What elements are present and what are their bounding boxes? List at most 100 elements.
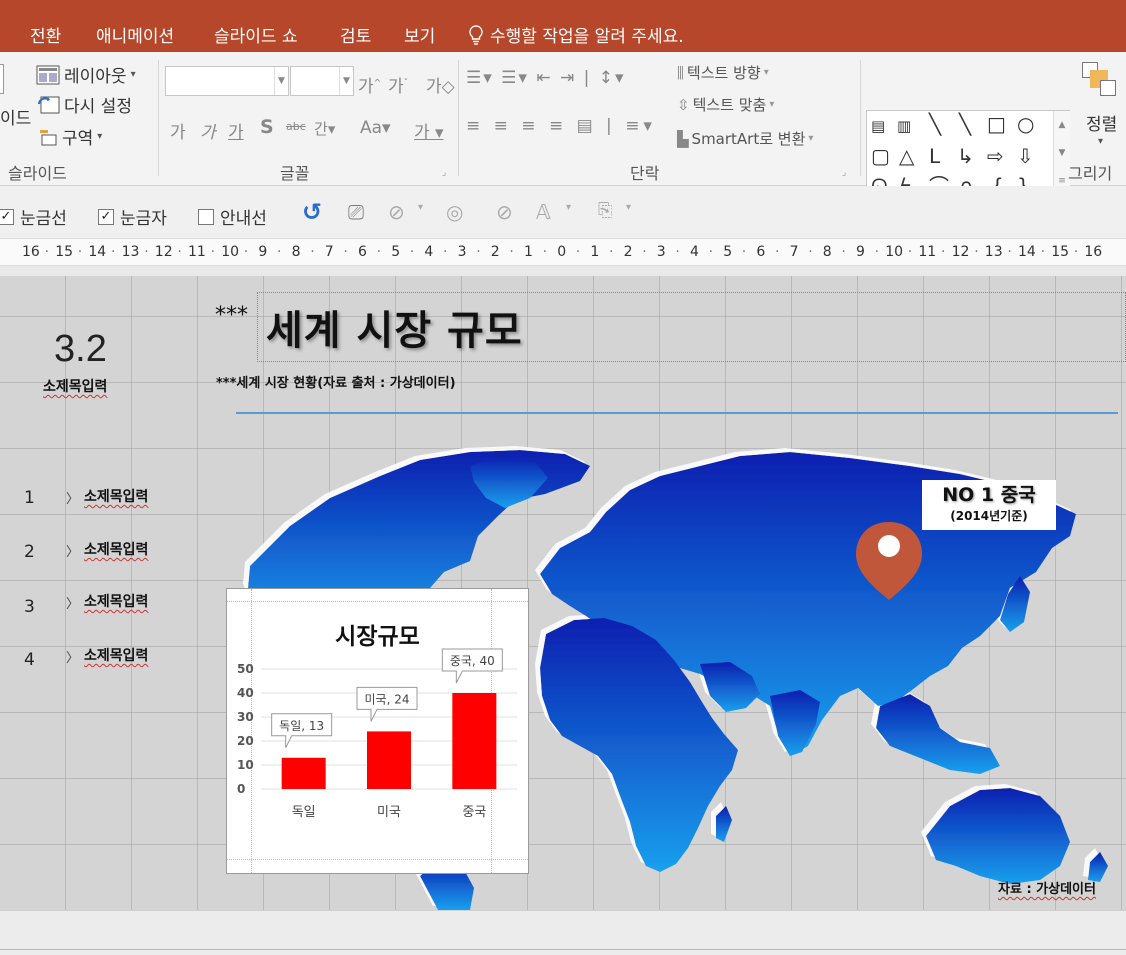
shrink-font-button[interactable]: 가ˇ bbox=[388, 72, 408, 97]
elbow-arrow-icon[interactable]: ↳ bbox=[957, 145, 974, 167]
change-case-button[interactable]: Aa▾ bbox=[360, 118, 391, 138]
ruler-tick-label: 15 bbox=[1051, 244, 1070, 260]
ruler-tick-mark: · bbox=[177, 244, 182, 260]
tell-me-text: 수행할 작업을 알려 주세요. bbox=[490, 27, 684, 47]
triangle-icon[interactable]: △ bbox=[899, 145, 914, 167]
chevron-down-icon: ▼ bbox=[274, 67, 288, 95]
slide-canvas[interactable] bbox=[0, 276, 1126, 910]
ruler-tick-label: 7 bbox=[789, 244, 799, 260]
vertical-textbox-icon[interactable]: ▥ bbox=[897, 115, 911, 137]
text-direction-label: 텍스트 방향 bbox=[686, 64, 761, 82]
chevron-down-icon: ▾ bbox=[769, 99, 775, 110]
slideshow-icon[interactable]: ⎚ bbox=[348, 200, 364, 224]
grow-font-button[interactable]: 가^ bbox=[358, 72, 381, 97]
ruler-tick-label: 2 bbox=[490, 244, 500, 260]
bar bbox=[281, 757, 326, 789]
ruler-tick-mark: · bbox=[609, 244, 614, 260]
shape-effect-icon[interactable]: ◎ bbox=[446, 200, 463, 224]
char-spacing-button[interactable]: 간▾ bbox=[314, 118, 335, 139]
new-slide-button[interactable] bbox=[0, 64, 4, 94]
italic-button[interactable]: 가 bbox=[200, 118, 216, 143]
gridlines-checkbox[interactable]: ✓ 눈금선 bbox=[0, 204, 67, 229]
drawing-group-label: 그리기 bbox=[1068, 164, 1113, 183]
tab-view[interactable]: 보기 bbox=[404, 22, 435, 47]
ruler-tick-mark: · bbox=[77, 244, 83, 260]
textbox-icon[interactable]: ▤ bbox=[871, 115, 885, 137]
y-tick-label: 10 bbox=[237, 758, 254, 772]
smartart-button[interactable]: ▙ SmartArt로 변환 ▾ bbox=[677, 128, 813, 149]
dialog-launcher-icon[interactable]: ⌟ bbox=[842, 168, 846, 178]
oval-icon[interactable]: ○ bbox=[1017, 113, 1034, 135]
gridlines-label: 눈금선 bbox=[20, 209, 67, 229]
ruler-checkbox[interactable]: ✓ 눈금자 bbox=[98, 204, 167, 229]
elbow-connector-icon[interactable]: ᒪ bbox=[929, 145, 940, 167]
horizontal-ruler[interactable]: 16 · 15 · 14 · 13 · 12 · 11 · 10 · 9 · 8 · 7 · 6 · 5 · 4 · 3 · 2 · 1 · 0… bbox=[0, 238, 1126, 266]
font-size-combo[interactable]: ▼ bbox=[290, 66, 354, 96]
arrange-label[interactable]: 정렬 bbox=[1086, 110, 1117, 135]
tab-review[interactable]: 검토 bbox=[340, 22, 371, 47]
ruler-tick-label: 13 bbox=[121, 244, 140, 260]
chevron-down-icon: ▾ bbox=[626, 202, 632, 213]
align-buttons[interactable]: ≡ ≡ ≡ ≡ ▤ | ≡▾ bbox=[466, 116, 656, 136]
shape-fill-icon[interactable]: ⊘ bbox=[388, 200, 405, 224]
section-subtitle: 소제목입력 bbox=[43, 379, 108, 395]
arrow-line-icon[interactable]: ╲ bbox=[959, 113, 971, 135]
bullets-button[interactable]: ☰▾ ☰▾ ⇤ ⇥ | ↕▾ bbox=[466, 68, 626, 88]
align-text-button[interactable]: ⇳ 텍스트 맞춤 ▾ bbox=[677, 94, 774, 115]
ruler-tick-mark: · bbox=[941, 244, 946, 260]
ruler-tick-mark: · bbox=[675, 244, 680, 260]
guides-checkbox[interactable]: 안내선 bbox=[198, 204, 267, 229]
ruler-tick-label: 9 bbox=[856, 244, 865, 260]
slide-subtitle[interactable]: ***세계 시장 현황(자료 출처 : 가상데이터) bbox=[216, 372, 456, 391]
chevron-down-icon: ▾ bbox=[418, 202, 424, 213]
ruler-tick-mark: · bbox=[409, 244, 415, 260]
callout-box[interactable]: NO 1 중국 (2014년기준) bbox=[922, 480, 1056, 530]
refresh-icon[interactable]: ↺ bbox=[302, 198, 322, 226]
strikethrough-button[interactable]: abc bbox=[286, 120, 306, 133]
font-group-label: 글꼴 bbox=[280, 164, 310, 183]
layout-button[interactable]: 레이아웃 ▾ bbox=[36, 62, 136, 87]
text-fill-icon[interactable]: 𝔸 bbox=[536, 200, 551, 224]
bold-button[interactable]: 가 bbox=[170, 118, 186, 143]
tab-transitions[interactable]: 전환 bbox=[30, 22, 61, 47]
shape-outline-icon[interactable]: ⊘ bbox=[496, 200, 513, 224]
underline-button[interactable]: 가 bbox=[228, 118, 244, 143]
ruler-tick-label: 6 bbox=[756, 244, 766, 260]
ruler-tick-mark: · bbox=[310, 244, 315, 260]
bar-chart: 0 10 20 30 40 50 독일 독일, 13 미국 미국, 24 중국 중국, 40 bbox=[237, 648, 517, 820]
section-label: 구역 bbox=[62, 129, 94, 149]
divider bbox=[860, 60, 861, 176]
chevron-right-icon: 〉 bbox=[66, 545, 80, 560]
tell-me-box[interactable]: 수행할 작업을 알려 주세요. bbox=[468, 22, 684, 47]
tab-animations[interactable]: 애니메이션 bbox=[96, 22, 174, 47]
clear-format-button[interactable]: 가◇ bbox=[426, 72, 455, 97]
layout-label: 레이아웃 bbox=[64, 67, 127, 87]
rounded-rect-icon[interactable]: ▢ bbox=[871, 145, 890, 167]
list-number: 3 bbox=[24, 597, 35, 617]
font-color-button[interactable]: 가 ▾ bbox=[414, 118, 444, 143]
down-arrow-icon[interactable]: ⇩ bbox=[1017, 145, 1034, 167]
chevron-up-icon[interactable]: ▲ bbox=[1054, 111, 1070, 139]
rectangle-icon[interactable]: □ bbox=[987, 113, 1006, 135]
section-button[interactable]: 구역 ▾ bbox=[38, 124, 102, 149]
dialog-launcher-icon[interactable]: ⌟ bbox=[442, 168, 446, 178]
line-icon[interactable]: ╲ bbox=[929, 113, 941, 135]
slide-title[interactable]: 세계 시장 규모 bbox=[266, 298, 523, 356]
ruler-tick-mark: · bbox=[1040, 244, 1046, 260]
tab-slideshow[interactable]: 슬라이드 쇼 bbox=[214, 22, 298, 47]
list-item-label: 소제목입력 bbox=[84, 594, 149, 610]
x-tick-label: 독일 bbox=[292, 805, 316, 820]
ruler-tick-label: 8 bbox=[822, 244, 832, 260]
chart-card[interactable]: 시장규모 0 10 20 30 40 50 독일 독일, 13 미국 미국, 24 중국 중국, 40 bbox=[226, 588, 529, 874]
reset-button[interactable]: 다시 설정 bbox=[36, 92, 132, 117]
ruler-tick-label: 10 bbox=[885, 244, 904, 260]
ruler-tick-mark: · bbox=[575, 244, 581, 260]
arrange-icon[interactable] bbox=[1080, 58, 1120, 98]
text-direction-button[interactable]: ⫼ 텍스트 방향 ▾ bbox=[677, 62, 769, 83]
ribbon: 이드 레이아웃 ▾ 다시 설정 구역 ▾ 슬라이드 ▼ ▼ 가^ 가ˇ 가◇ 가… bbox=[0, 52, 1126, 200]
font-name-combo[interactable]: ▼ bbox=[165, 66, 289, 96]
format-painter-icon[interactable]: ⎘ bbox=[598, 200, 612, 221]
ruler-tick-mark: · bbox=[708, 244, 714, 260]
right-arrow-icon[interactable]: ⇨ bbox=[987, 145, 1004, 167]
shadow-button[interactable]: S bbox=[260, 116, 274, 138]
